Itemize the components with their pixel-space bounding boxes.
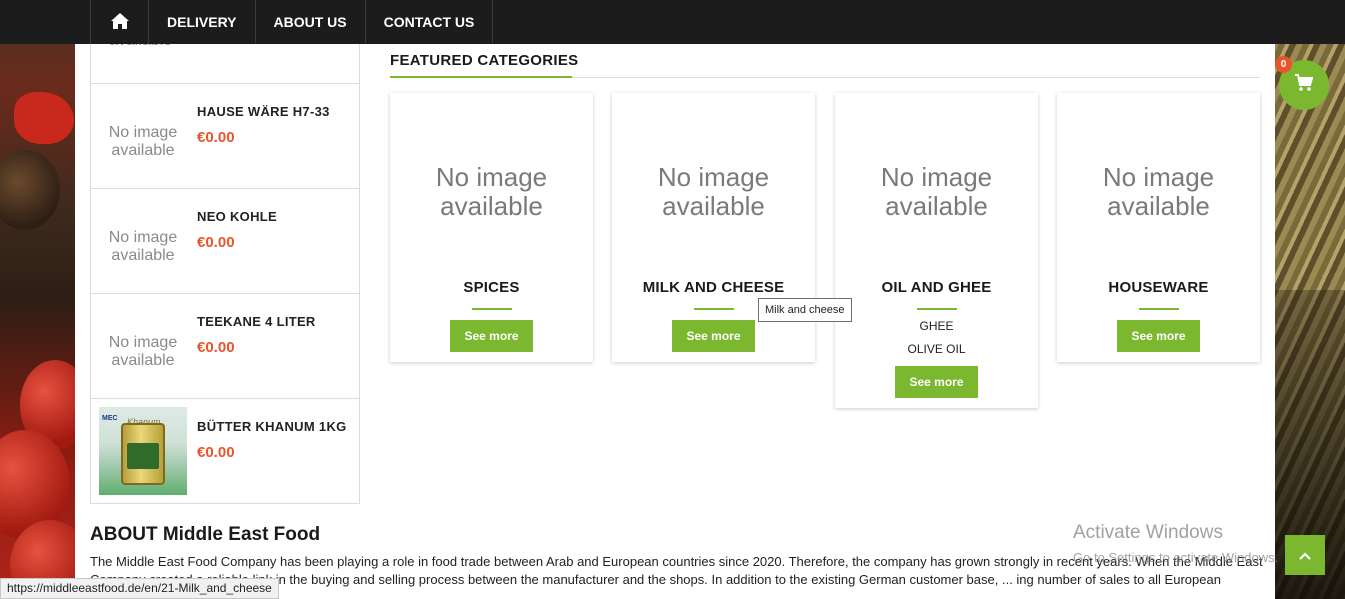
category-name[interactable]: OIL AND GHEE bbox=[835, 279, 1038, 296]
nav-delivery[interactable]: DELIVERY bbox=[149, 0, 256, 44]
product-price: €0.00 bbox=[197, 444, 235, 461]
scroll-to-top-button[interactable] bbox=[1285, 535, 1325, 575]
see-more-button[interactable]: See more bbox=[1117, 320, 1200, 352]
nav-about-us[interactable]: ABOUT US bbox=[256, 0, 366, 44]
category-image[interactable]: No image available bbox=[402, 163, 582, 221]
see-more-button[interactable]: See more bbox=[895, 366, 978, 398]
product-thumbnail[interactable]: No image available bbox=[99, 203, 187, 291]
about-title: ABOUT Middle East Food bbox=[90, 524, 321, 545]
product-name[interactable]: TEEKANE 4 LITER bbox=[197, 314, 316, 329]
product-price: €0.00 bbox=[197, 129, 235, 146]
list-item[interactable]: No image available TEEKANE 4 LITER €0.00 bbox=[91, 293, 359, 398]
image-placeholder-text: available bbox=[109, 44, 172, 50]
product-name[interactable]: NEO KOHLE bbox=[197, 209, 277, 224]
featured-categories-title: FEATURED CATEGORIES bbox=[390, 52, 579, 69]
windows-activation-watermark: Activate Windows Go to Settings to activ… bbox=[1073, 522, 1279, 565]
list-item[interactable]: No image available HAUSE WÄRE H7-33 €0.0… bbox=[91, 83, 359, 188]
product-thumbnail[interactable]: No image available bbox=[99, 308, 187, 396]
product-thumbnail[interactable]: MEC Khanum bbox=[99, 407, 187, 495]
subcategory-link[interactable]: GHEE bbox=[835, 319, 1038, 333]
butter-can-image: MEC Khanum bbox=[99, 407, 187, 495]
see-more-button[interactable]: See more bbox=[672, 320, 755, 352]
category-image[interactable]: No image available bbox=[1069, 163, 1249, 221]
subcategory-link[interactable]: OLIVE OIL bbox=[835, 342, 1038, 356]
background-left-food bbox=[0, 0, 90, 599]
category-name[interactable]: MILK AND CHEESE bbox=[612, 279, 815, 296]
nav-home[interactable] bbox=[91, 0, 149, 44]
home-icon bbox=[110, 12, 130, 33]
tooltip: Milk and cheese bbox=[758, 298, 852, 322]
product-name[interactable]: HAUSE WÄRE H7-33 bbox=[197, 104, 330, 119]
sidebar-product-list: available No image available HAUSE WÄRE … bbox=[90, 44, 360, 504]
cart-icon bbox=[1294, 74, 1314, 96]
product-price: €0.00 bbox=[197, 339, 235, 356]
product-thumbnail[interactable]: No image available bbox=[99, 98, 187, 186]
cart-count-badge: 0 bbox=[1275, 56, 1292, 73]
category-name[interactable]: SPICES bbox=[390, 279, 593, 296]
list-item[interactable]: MEC Khanum BÜTTER KHANUM 1KG €0.00 bbox=[91, 398, 359, 503]
nav-contact-us[interactable]: CONTACT US bbox=[366, 0, 494, 44]
top-navigation: DELIVERY ABOUT US CONTACT US bbox=[0, 0, 1345, 44]
category-image[interactable]: No image available bbox=[624, 163, 804, 221]
chevron-up-icon bbox=[1298, 546, 1312, 565]
category-image[interactable]: No image available bbox=[847, 163, 1027, 221]
browser-status-url: https://middleeastfood.de/en/21-Milk_and… bbox=[0, 578, 279, 599]
category-name[interactable]: HOUSEWARE bbox=[1057, 279, 1260, 296]
category-card-oil-and-ghee: No image available OIL AND GHEE GHEE OLI… bbox=[835, 93, 1038, 408]
list-item[interactable]: No image available NEO KOHLE €0.00 bbox=[91, 188, 359, 293]
list-item: available bbox=[91, 44, 359, 83]
title-underline bbox=[390, 76, 572, 78]
product-name[interactable]: BÜTTER KHANUM 1KG bbox=[197, 419, 347, 434]
see-more-button[interactable]: See more bbox=[450, 320, 533, 352]
category-card-spices: No image available SPICES See more bbox=[390, 93, 593, 362]
category-card-houseware: No image available HOUSEWARE See more bbox=[1057, 93, 1260, 362]
product-price: €0.00 bbox=[197, 234, 235, 251]
